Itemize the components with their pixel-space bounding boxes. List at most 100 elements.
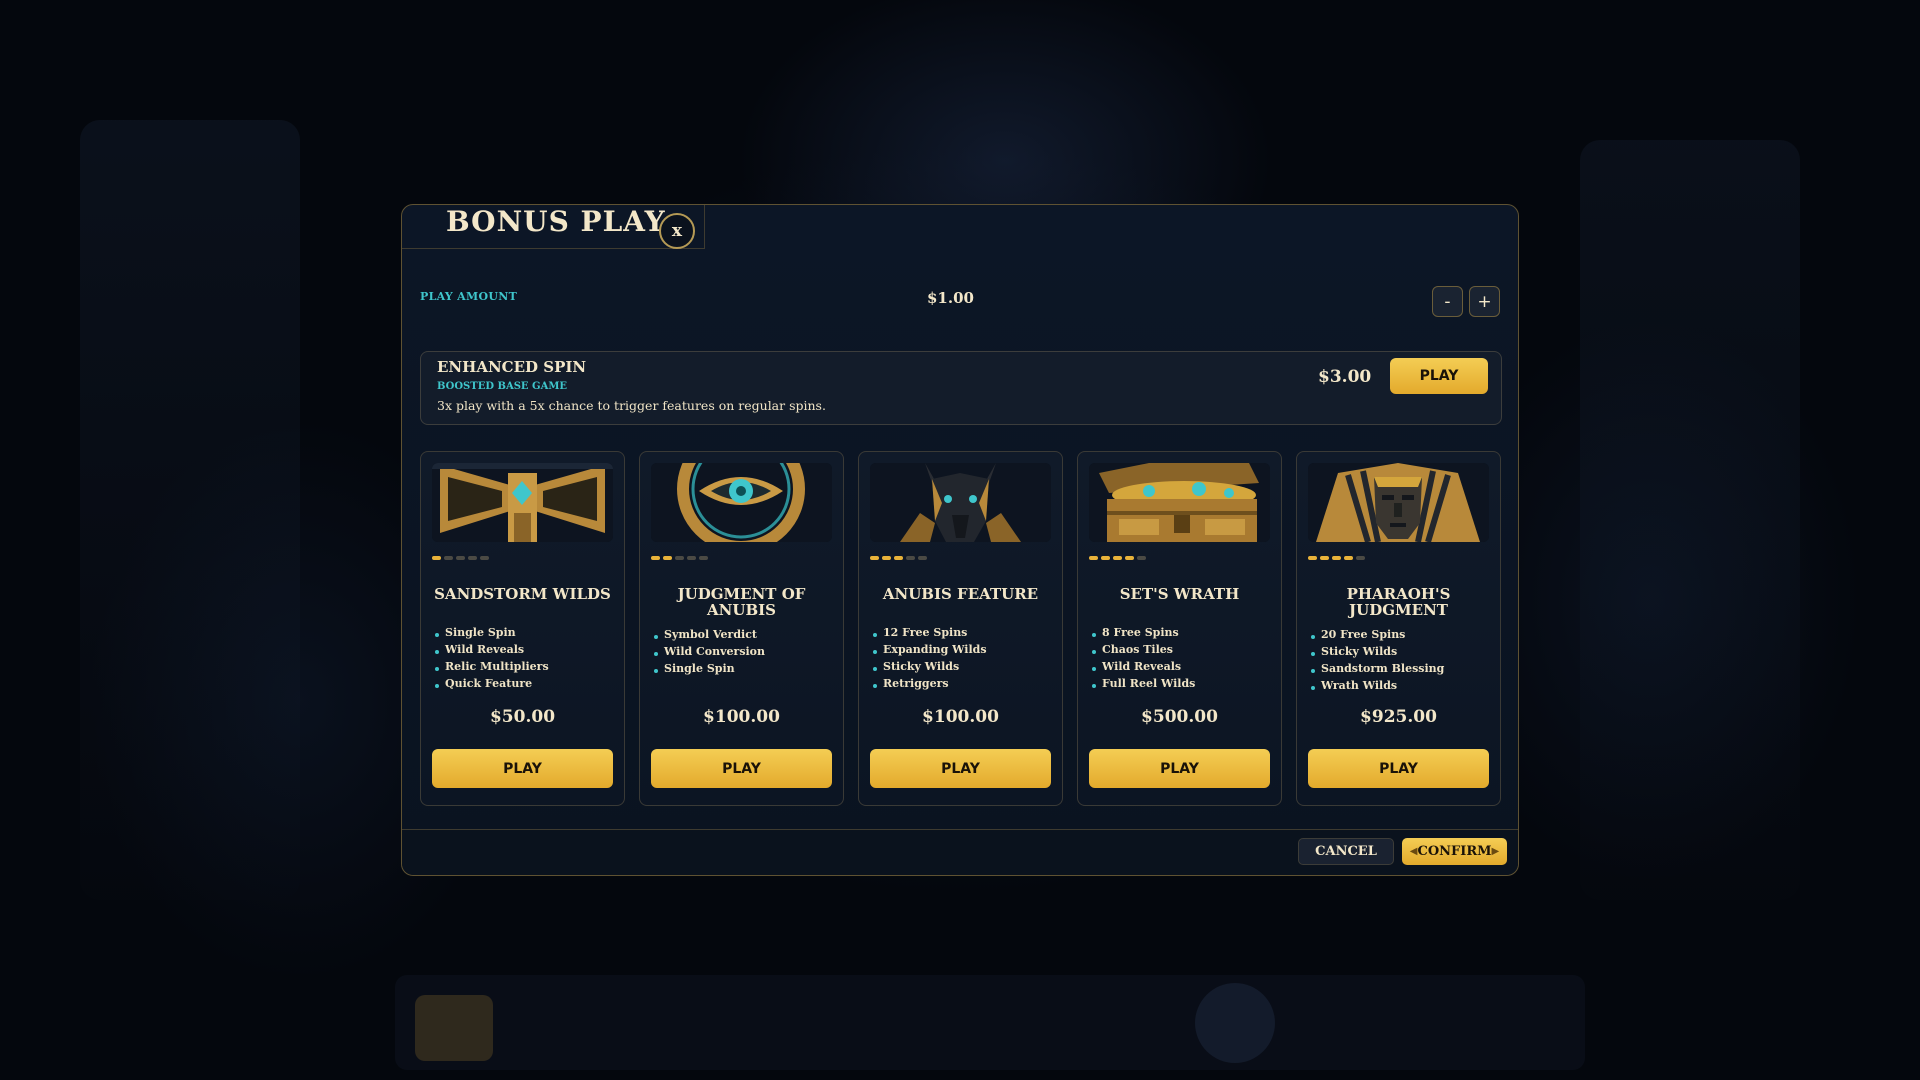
card-play-button[interactable]: PLAY xyxy=(651,749,832,788)
level-indicator xyxy=(870,556,927,562)
card-price: $925.00 xyxy=(1360,707,1437,727)
feature-item: 8 Free Spins xyxy=(1092,624,1195,641)
level-dot-empty xyxy=(1137,556,1146,560)
feature-list: 12 Free Spins Expanding Wilds Sticky Wil… xyxy=(873,624,987,692)
bonus-cards: SANDSTORM WILDS Single Spin Wild Reveals… xyxy=(420,451,1502,806)
bonus-card: PHARAOH'S JUDGMENT 20 Free Spins Sticky … xyxy=(1296,451,1501,806)
level-dot-filled xyxy=(432,556,441,560)
anubis-head-art xyxy=(870,463,1051,542)
card-price: $100.00 xyxy=(703,707,780,727)
feature-item: Retriggers xyxy=(873,675,987,692)
level-dot-filled xyxy=(894,556,903,560)
title-tab: BONUS PLAY x xyxy=(402,205,705,249)
bonus-card: SANDSTORM WILDS Single Spin Wild Reveals… xyxy=(420,451,625,806)
level-dot-empty xyxy=(699,556,708,560)
level-indicator xyxy=(432,556,489,562)
increase-amount-button[interactable]: + xyxy=(1469,286,1500,317)
feature-item: Expanding Wilds xyxy=(873,641,987,658)
confirm-label: CONFIRM xyxy=(1417,844,1492,859)
enhanced-spin-subtitle: BOOSTED BASE GAME xyxy=(437,381,568,392)
feature-item: Single Spin xyxy=(654,660,765,677)
cancel-button[interactable]: CANCEL xyxy=(1298,838,1394,865)
ankh-relic-icon xyxy=(432,463,613,542)
ankh-relic-art xyxy=(432,463,613,542)
level-indicator xyxy=(651,556,708,562)
feature-list: Single Spin Wild Reveals Relic Multiplie… xyxy=(435,624,549,692)
pharaoh-mask-art xyxy=(1308,463,1489,542)
feature-item: Wild Reveals xyxy=(1092,658,1195,675)
enhanced-spin-panel: ENHANCED SPIN BOOSTED BASE GAME 3x play … xyxy=(420,351,1502,425)
feature-list: 20 Free Spins Sticky Wilds Sandstorm Ble… xyxy=(1311,626,1444,694)
level-dot-empty xyxy=(906,556,915,560)
card-price: $50.00 xyxy=(489,707,556,727)
level-dot-filled xyxy=(882,556,891,560)
enhanced-spin-price: $3.00 xyxy=(1318,367,1372,387)
level-dot-filled xyxy=(1113,556,1122,560)
anubis-head-icon xyxy=(870,463,1051,542)
treasure-chest-icon xyxy=(1089,463,1270,542)
close-button[interactable]: x xyxy=(659,213,695,249)
card-play-button[interactable]: PLAY xyxy=(432,749,613,788)
play-amount-label: PLAY AMOUNT xyxy=(420,290,518,303)
eye-of-horus-art xyxy=(651,463,832,542)
treasure-chest-art xyxy=(1089,463,1270,542)
card-title: SANDSTORM WILDS xyxy=(434,585,611,603)
feature-item: Sandstorm Blessing xyxy=(1311,660,1444,677)
feature-item: Wild Reveals xyxy=(435,641,549,658)
bonus-card: ANUBIS FEATURE 12 Free Spins Expanding W… xyxy=(858,451,1063,806)
feature-item: Quick Feature xyxy=(435,675,549,692)
card-play-button[interactable]: PLAY xyxy=(1308,749,1489,788)
level-dot-filled xyxy=(1320,556,1329,560)
confirm-button[interactable]: ◀ CONFIRM ▶ xyxy=(1402,838,1507,865)
level-dot-filled xyxy=(1089,556,1098,560)
enhanced-spin-play-button[interactable]: PLAY xyxy=(1390,358,1488,394)
level-indicator xyxy=(1308,556,1365,562)
modal-title: BONUS PLAY xyxy=(446,205,666,238)
level-dot-filled xyxy=(651,556,660,560)
level-dot-filled xyxy=(663,556,672,560)
bonus-card: JUDGMENT OF ANUBIS Symbol Verdict Wild C… xyxy=(639,451,844,806)
background-hud-button xyxy=(415,995,493,1061)
feature-item: Full Reel Wilds xyxy=(1092,675,1195,692)
level-dot-filled xyxy=(1332,556,1341,560)
arrow-right-icon: ▶ xyxy=(1491,846,1500,857)
card-price: $500.00 xyxy=(1141,707,1218,727)
arrow-left-icon: ◀ xyxy=(1409,846,1418,857)
play-amount-value: $1.00 xyxy=(927,289,974,307)
feature-list: 8 Free Spins Chaos Tiles Wild Reveals Fu… xyxy=(1092,624,1195,692)
feature-item: 12 Free Spins xyxy=(873,624,987,641)
card-title: PHARAOH'S JUDGMENT xyxy=(1346,585,1451,619)
level-indicator xyxy=(1089,556,1146,562)
pharaoh-mask-icon xyxy=(1308,463,1489,542)
card-play-button[interactable]: PLAY xyxy=(870,749,1051,788)
level-dot-filled xyxy=(1308,556,1317,560)
feature-item: Wild Conversion xyxy=(654,643,765,660)
card-play-button[interactable]: PLAY xyxy=(1089,749,1270,788)
feature-item: Wrath Wilds xyxy=(1311,677,1444,694)
feature-item: Relic Multipliers xyxy=(435,658,549,675)
background-pillar-right xyxy=(1580,140,1800,900)
bonus-play-modal: BONUS PLAY x PLAY AMOUNT $1.00 - + ENHAN… xyxy=(401,204,1519,876)
card-title: SET'S WRATH xyxy=(1119,585,1240,603)
background-spin-button xyxy=(1195,983,1275,1063)
feature-list: Symbol Verdict Wild Conversion Single Sp… xyxy=(654,626,765,677)
level-dot-empty xyxy=(1356,556,1365,560)
level-dot-empty xyxy=(468,556,477,560)
card-price: $100.00 xyxy=(922,707,999,727)
enhanced-spin-title: ENHANCED SPIN xyxy=(437,358,587,376)
modal-footer: CANCEL ◀ CONFIRM ▶ xyxy=(402,829,1518,875)
level-dot-empty xyxy=(444,556,453,560)
level-dot-filled xyxy=(1101,556,1110,560)
card-title: JUDGMENT OF ANUBIS xyxy=(677,585,806,619)
level-dot-empty xyxy=(480,556,489,560)
feature-item: 20 Free Spins xyxy=(1311,626,1444,643)
eye-of-horus-icon xyxy=(651,463,832,542)
level-dot-filled xyxy=(870,556,879,560)
decrease-amount-button[interactable]: - xyxy=(1432,286,1463,317)
level-dot-empty xyxy=(456,556,465,560)
level-dot-empty xyxy=(918,556,927,560)
level-dot-empty xyxy=(687,556,696,560)
enhanced-spin-description: 3x play with a 5x chance to trigger feat… xyxy=(437,398,826,413)
bonus-card: SET'S WRATH 8 Free Spins Chaos Tiles Wil… xyxy=(1077,451,1282,806)
level-dot-filled xyxy=(1344,556,1353,560)
